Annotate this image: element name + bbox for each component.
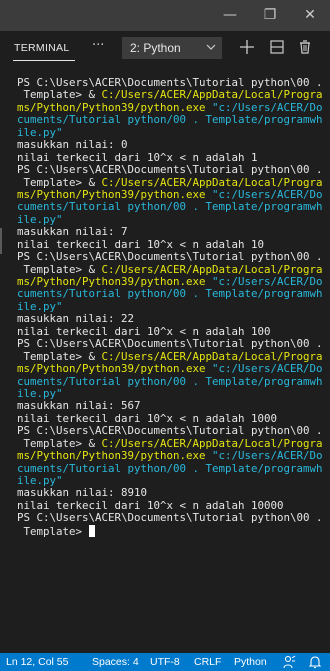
terminal-text: cuments/Tutorial python/00 . Template/pr… [17, 113, 323, 127]
terminal-text: nilai terkecil dari 10^x < n adalah 100 [17, 324, 271, 338]
terminal-text: cuments/Tutorial python/00 . Template/pr… [17, 461, 323, 475]
eol-status[interactable]: CRLF [194, 653, 221, 671]
indentation-status[interactable]: Spaces: 4 [92, 653, 139, 671]
kill-terminal-button[interactable] [296, 38, 314, 56]
plus-icon [240, 40, 254, 54]
terminal-text: masukkan nilai: 22 [17, 312, 135, 326]
terminal-text: C:/Users/ACER/AppData/Local/Progra [101, 262, 323, 276]
terminal-text: ms/Python/Python39/python.exe [17, 449, 213, 463]
terminal-text: nilai terkecil dari 10^x < n adalah 1000… [17, 498, 284, 512]
title-bar: — ❐ ✕ [0, 0, 330, 31]
new-terminal-button[interactable] [238, 38, 256, 56]
terminal-text: nilai terkecil dari 10^x < n adalah 1000 [17, 411, 278, 425]
terminal-line: Template> [17, 524, 330, 538]
terminal-output[interactable]: PS C:\Users\ACER\Documents\Tutorial pyth… [0, 68, 330, 653]
chevron-down-icon [206, 39, 216, 58]
terminal-text: Template> [17, 524, 89, 538]
close-button[interactable]: ✕ [290, 0, 330, 31]
panel-header: TERMINAL ··· 2: Python [0, 31, 330, 68]
tab-terminal[interactable]: TERMINAL [14, 42, 70, 54]
split-icon [270, 40, 284, 54]
terminal-select[interactable]: 2: Python [122, 37, 222, 59]
terminal-text: PS C:\Users\ACER\Documents\Tutorial pyth… [17, 337, 323, 351]
status-bar: Ln 12, Col 55 Spaces: 4 UTF-8 CRLF Pytho… [0, 653, 330, 671]
terminal-text: Template> & [17, 436, 102, 450]
terminal-text: C:/Users/ACER/AppData/Local/Progra [101, 175, 323, 189]
terminal-text: Template> & [17, 349, 102, 363]
terminal-text: PS C:\Users\ACER\Documents\Tutorial pyth… [17, 163, 323, 177]
person-feedback-icon [283, 655, 296, 669]
terminal-text: "c:/Users/ACER/Do [212, 275, 323, 288]
terminal-text: ms/Python/Python39/python.exe [17, 187, 213, 201]
terminal-line: cuments/Tutorial python/00 . Template/pr… [17, 201, 330, 213]
scroll-indicator [0, 228, 2, 254]
terminal-text: ile.py" [17, 125, 63, 139]
cursor-position[interactable]: Ln 12, Col 55 [6, 653, 68, 671]
terminal-text: "c:/Users/ACER/Do [212, 100, 323, 114]
terminal-line: cuments/Tutorial python/00 . Template/pr… [17, 288, 330, 300]
terminal-text: cuments/Tutorial python/00 . Template/pr… [17, 374, 323, 388]
terminal-text: PS C:\Users\ACER\Documents\Tutorial pyth… [17, 250, 323, 264]
terminal-text: masukkan nilai: 567 [17, 399, 141, 413]
maximize-button[interactable]: ❐ [250, 0, 290, 31]
bell-icon [308, 656, 322, 669]
active-tab-indicator [13, 60, 75, 61]
terminal-select-value: 2: Python [130, 41, 181, 55]
feedback-button[interactable] [282, 655, 296, 671]
minimize-button[interactable]: — [210, 0, 250, 31]
trash-icon [300, 40, 310, 54]
terminal-text: C:/Users/ACER/AppData/Local/Progra [101, 88, 323, 102]
terminal-text: ms/Python/Python39/python.exe [17, 100, 213, 114]
notifications-button[interactable] [308, 655, 322, 671]
terminal-text: "c:/Users/ACER/Do [212, 187, 323, 201]
terminal-text: "c:/Users/ACER/Do [212, 362, 323, 376]
terminal-line: PS C:\Users\ACER\Documents\Tutorial pyth… [17, 512, 330, 524]
terminal-text: ms/Python/Python39/python.exe [17, 362, 213, 376]
terminal-text: masukkan nilai: 0 [17, 138, 128, 152]
terminal-text: C:/Users/ACER/AppData/Local/Progra [101, 349, 323, 363]
more-actions-button[interactable]: ··· [92, 38, 104, 53]
terminal-line: cuments/Tutorial python/00 . Template/pr… [17, 114, 330, 126]
terminal-text: masukkan nilai: 7 [17, 225, 128, 239]
terminal-text: Template> & [17, 262, 102, 276]
terminal-text: Template> & [17, 88, 102, 102]
encoding-status[interactable]: UTF-8 [150, 653, 180, 671]
terminal-text: PS C:\Users\ACER\Documents\Tutorial pyth… [17, 76, 323, 89]
terminal-text: nilai terkecil dari 10^x < n adalah 1 [17, 150, 258, 164]
terminal-text: masukkan nilai: 8910 [17, 486, 148, 500]
terminal-text: Template> & [17, 175, 102, 189]
terminal-text: PS C:\Users\ACER\Documents\Tutorial pyth… [17, 511, 323, 525]
language-mode[interactable]: Python [234, 653, 267, 671]
terminal-text: PS C:\Users\ACER\Documents\Tutorial pyth… [17, 424, 323, 438]
terminal-line: cuments/Tutorial python/00 . Template/pr… [17, 374, 330, 388]
terminal-text: ile.py" [17, 474, 63, 487]
terminal-text: nilai terkecil dari 10^x < n adalah 10 [17, 237, 265, 251]
terminal-text: "c:/Users/ACER/Do [212, 449, 323, 463]
terminal-text: cuments/Tutorial python/00 . Template/pr… [17, 287, 323, 301]
terminal-line: cuments/Tutorial python/00 . Template/pr… [17, 461, 330, 475]
terminal-text: ms/Python/Python39/python.exe [17, 275, 213, 288]
terminal-cursor [88, 524, 95, 537]
terminal-text: ile.py" [17, 386, 63, 400]
terminal-text: cuments/Tutorial python/00 . Template/pr… [17, 200, 323, 214]
terminal-text: ile.py" [17, 299, 63, 313]
terminal-text: ile.py" [17, 212, 63, 226]
terminal-text: C:/Users/ACER/AppData/Local/Progra [101, 436, 323, 450]
split-terminal-button[interactable] [268, 38, 286, 56]
